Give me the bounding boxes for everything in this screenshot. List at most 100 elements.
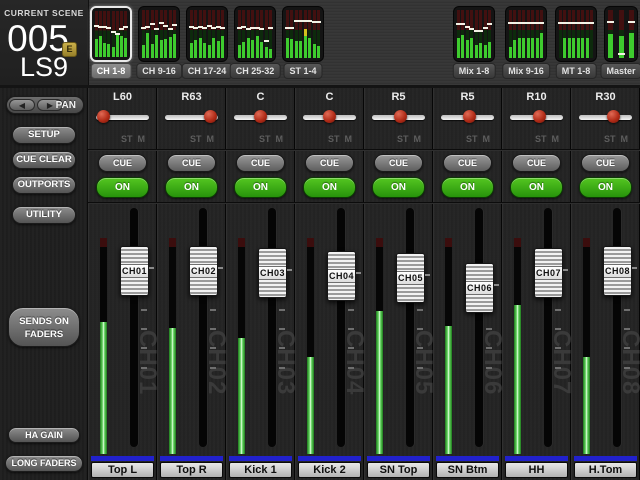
nav-left-arrow-icon[interactable]: ◀ (9, 99, 35, 111)
pan-knob[interactable] (394, 110, 407, 123)
divider (88, 149, 157, 150)
meter-block-label[interactable]: MT 1-8 (556, 63, 597, 79)
fader-track[interactable] (199, 208, 207, 447)
channel-name[interactable]: Top R (160, 462, 223, 478)
pan-knob[interactable] (204, 110, 217, 123)
on-button[interactable]: ON (441, 177, 494, 198)
level-meter (376, 238, 383, 454)
pan-slider[interactable] (579, 115, 632, 120)
mono-assign-label: M (621, 134, 629, 144)
fader-track[interactable] (613, 208, 621, 447)
fader-cap[interactable]: CH08 (603, 246, 632, 296)
cue-button[interactable]: CUE (443, 154, 492, 172)
on-button[interactable]: ON (303, 177, 356, 198)
meter-block-label[interactable]: CH 17-24 (182, 63, 233, 79)
channel-name[interactable]: Kick 1 (229, 462, 292, 478)
cue-clear-button[interactable]: CUE CLEAR (12, 151, 76, 169)
meter-block-label[interactable]: Mix 1-8 (453, 63, 496, 79)
fader-cap[interactable]: CH06 (465, 263, 494, 313)
setup-button[interactable]: SETUP (12, 126, 76, 144)
scene-panel[interactable]: CURRENT SCENE 005 E LS9 (0, 0, 89, 85)
on-button[interactable]: ON (579, 177, 632, 198)
on-button[interactable]: ON (372, 177, 425, 198)
cue-button[interactable]: CUE (512, 154, 561, 172)
pan-knob[interactable] (533, 110, 546, 123)
meter-block-st-1-4[interactable] (282, 6, 324, 62)
mono-assign-label: M (483, 134, 491, 144)
stagemix-app: CURRENT SCENE 005 E LS9 CH 1-8CH 9-16CH … (0, 0, 640, 480)
utility-button[interactable]: UTILITY (12, 206, 76, 224)
channel-name[interactable]: SN Btm (436, 462, 499, 478)
mini-meter-bar (103, 11, 106, 57)
pan-knob[interactable] (607, 110, 620, 123)
pan-knob[interactable] (463, 110, 476, 123)
cue-button[interactable]: CUE (236, 154, 285, 172)
meter-block-mix-1-8[interactable] (453, 6, 495, 62)
fader-cap[interactable]: CH02 (189, 246, 218, 296)
ha-gain-button[interactable]: HA GAIN (8, 427, 80, 443)
fader-track[interactable] (337, 208, 345, 447)
fader-track[interactable] (130, 208, 138, 447)
meter-block-label[interactable]: Mix 9-16 (502, 63, 550, 79)
meter-block-label[interactable]: Master (600, 63, 640, 79)
channel-color-bar (298, 456, 361, 461)
pan-slider[interactable] (372, 115, 425, 120)
pan-slider[interactable] (234, 115, 287, 120)
pan-knob[interactable] (97, 110, 110, 123)
cue-button[interactable]: CUE (581, 154, 630, 172)
meter-block-label[interactable]: CH 9-16 (136, 63, 182, 79)
pan-knob[interactable] (254, 110, 267, 123)
channel-name[interactable]: SN Top (367, 462, 430, 478)
cue-button[interactable]: CUE (98, 154, 147, 172)
meter-block-label[interactable]: CH 1-8 (91, 63, 132, 79)
mini-meter-bar (577, 10, 580, 58)
meter-block-label[interactable]: ST 1-4 (283, 63, 322, 79)
fader-track[interactable] (268, 208, 276, 447)
cue-button[interactable]: CUE (305, 154, 354, 172)
fader-track[interactable] (544, 208, 552, 447)
channel-name[interactable]: Kick 2 (298, 462, 361, 478)
fader-cap[interactable]: CH03 (258, 248, 287, 298)
fader-scale-tick (279, 309, 285, 311)
sends-on-faders-button[interactable]: SENDS ON FADERS (8, 307, 80, 347)
meter-block-ch-1-8[interactable] (90, 6, 132, 62)
meter-block-ch-25-32[interactable] (234, 6, 276, 62)
bus-assign-indicators: STM (116, 134, 145, 144)
pan-slider[interactable] (510, 115, 563, 120)
cue-button[interactable]: CUE (167, 154, 216, 172)
fader-cap[interactable]: CH01 (120, 246, 149, 296)
cue-button[interactable]: CUE (374, 154, 423, 172)
pan-value: C (295, 91, 364, 103)
on-button[interactable]: ON (234, 177, 287, 198)
pan-slider[interactable] (303, 115, 356, 120)
pan-slider[interactable] (441, 115, 494, 120)
channel-name[interactable]: H.Tom (574, 462, 637, 478)
channel-name[interactable]: HH (505, 462, 568, 478)
outports-button[interactable]: OUTPORTS (12, 176, 76, 194)
meter-block-mix-9-16[interactable] (505, 6, 547, 62)
fader-cap-label: CH02 (190, 264, 217, 278)
fader-track[interactable] (475, 208, 483, 447)
fader-cap[interactable]: CH04 (327, 251, 356, 301)
st-assign-label: ST (190, 134, 202, 144)
meter-block-ch-17-24[interactable] (186, 6, 228, 62)
meter-block-mt-1-8[interactable] (555, 6, 597, 62)
fader-position-tick (287, 269, 292, 271)
fader-cap[interactable]: CH05 (396, 253, 425, 303)
long-faders-button[interactable]: LONG FADERS (5, 455, 83, 472)
on-button[interactable]: ON (96, 177, 149, 198)
on-button[interactable]: ON (165, 177, 218, 198)
pan-slider[interactable] (96, 115, 149, 120)
meter-clip-zone (238, 238, 245, 247)
fader-cap[interactable]: CH07 (534, 248, 563, 298)
on-button[interactable]: ON (510, 177, 563, 198)
channel-name[interactable]: Top L (91, 462, 154, 478)
pan-knob[interactable] (323, 110, 336, 123)
meter-block-master[interactable] (604, 6, 638, 62)
meter-block-label[interactable]: CH 25-32 (230, 63, 281, 79)
mini-meter-bar (629, 10, 634, 58)
fader-track[interactable] (406, 208, 414, 447)
divider (226, 149, 295, 150)
pan-slider[interactable] (165, 115, 218, 120)
meter-block-ch-9-16[interactable] (138, 6, 180, 62)
